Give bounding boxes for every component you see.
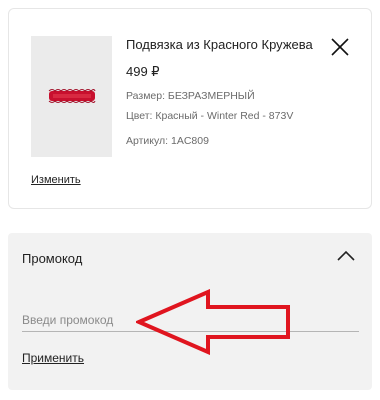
product-color: Цвет: Красный - Winter Red - 873V [126,110,294,122]
product-sku: Артикул: 1AC809 [126,135,209,147]
promo-code-input[interactable] [22,308,359,332]
product-size: Размер: БЕЗРАЗМЕРНЫЙ [126,90,255,102]
product-image[interactable] [31,36,112,157]
cart-item-card: Подвязка из Красного Кружева 499 ₽ Разме… [8,8,372,209]
promo-title: Промокод [22,251,83,266]
garter-image [48,89,96,103]
promo-code-section: Промокод Применить [8,233,372,390]
product-title: Подвязка из Красного Кружева [126,37,313,52]
product-price: 499 ₽ [126,64,160,79]
apply-promo-link[interactable]: Применить [22,351,84,365]
chevron-up-icon[interactable] [336,249,356,263]
change-item-link[interactable]: Изменить [31,174,81,186]
remove-item-close-icon[interactable] [329,36,351,58]
